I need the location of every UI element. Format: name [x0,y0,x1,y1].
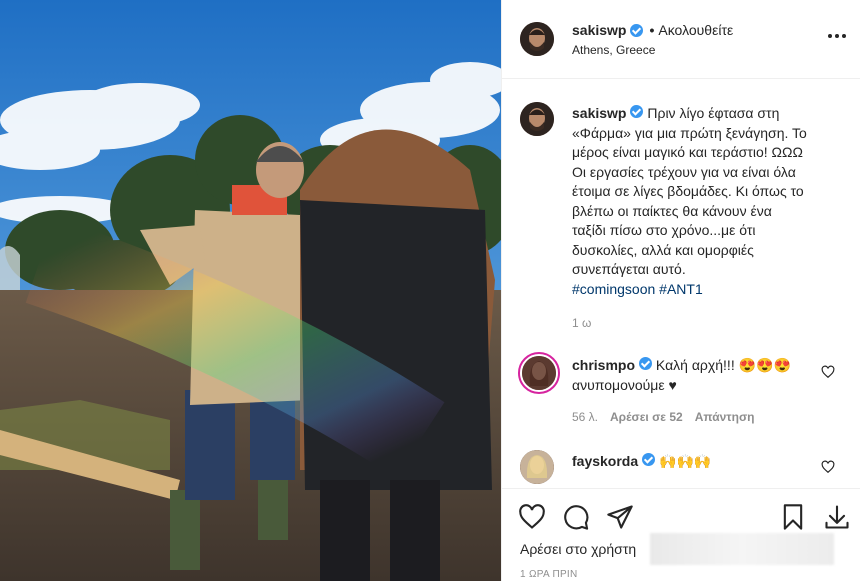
comment-avatar-fayskorda[interactable] [520,450,554,484]
caption-username[interactable]: sakiswp [572,105,626,121]
comment-username[interactable]: chrismpo [572,357,635,373]
caption-line: δυσκολίες, αλλά και ομορφιές [572,241,754,258]
download-icon[interactable] [823,503,851,531]
paper-plane-icon[interactable] [606,503,634,531]
separator-dot: • [649,22,655,38]
caption-line: έτοιμα σε λίγες βδομάδες. Κι όπως το [572,183,804,199]
comment-line: 🙌🙌🙌 [659,453,712,469]
caption-line: συνεπάγεται αυτό. [572,261,686,277]
verified-badge-icon [630,105,644,118]
verified-badge-icon [642,453,656,466]
caption-emoji: ΩΩΩ [771,144,803,160]
comment-meta: 56 λ. Αρέσει σε 52 Απάντηση [572,410,754,424]
caption-hashtags[interactable]: #comingsoon #ANT1 [572,281,703,297]
comment-username[interactable]: fayskorda [572,453,638,469]
heart-icon[interactable] [518,503,546,531]
comment-text: fayskorda 🙌🙌🙌 [572,452,711,472]
caption-line: «Φάρμα» για μια πρώτη ξενάγηση. Το [572,124,807,141]
post-location[interactable]: Athens, Greece [572,43,655,57]
post-header: sakiswp • Ακολουθείτε Athens, Greece [502,0,860,79]
comment-reply-button[interactable]: Απάντηση [695,410,755,424]
bookmark-icon[interactable] [779,503,807,531]
instagram-post-modal: sakiswp • Ακολουθείτε Athens, Greece sak… [0,0,860,581]
caption-line: Πριν λίγο έφτασα στη [647,105,780,121]
comment-bubble-icon[interactable] [562,503,590,531]
author-avatar[interactable] [520,22,554,56]
post-side-panel: sakiswp • Ακολουθείτε Athens, Greece sak… [501,0,860,581]
caption-line: Οι εργασίες τρέχουν για να είναι όλα [572,163,796,180]
comment-age[interactable]: 56 λ. [572,410,598,424]
caption-timestamp[interactable]: 1 ω [572,316,591,330]
verified-badge-icon [639,357,653,370]
photo-illustration [0,0,501,581]
post-actions-bar: Αρέσει στο χρήστη 1 ΩΡΑ ΠΡΙΝ [502,488,860,581]
liked-by-text[interactable]: Αρέσει στο χρήστη [520,541,636,557]
caption-line: μέρος είναι μαγικό και τεράστιο! [572,144,772,160]
more-options-icon[interactable] [827,30,847,46]
post-photo[interactable] [0,0,501,581]
comment-like-heart-icon[interactable] [821,365,835,379]
verified-badge-icon [630,23,644,37]
comment-like-heart-icon[interactable] [821,460,835,474]
comment-text: chrismpo Καλή αρχή!!! 😍😍😍 ανυπομονούμε ♥ [572,356,812,395]
author-line: sakiswp • Ακολουθείτε [572,22,733,38]
comment-avatar-chrismpo[interactable] [518,352,560,394]
caption-avatar[interactable] [520,102,554,136]
following-button[interactable]: Ακολουθείτε [658,22,733,38]
post-timestamp[interactable]: 1 ΩΡΑ ΠΡΙΝ [520,569,578,580]
post-caption: sakiswp Πριν λίγο έφτασα στη «Φάρμα» για… [572,104,842,299]
caption-line: βλέπω οι παίκτες θα κάνουν ένα [572,202,772,219]
comments-list[interactable]: sakiswp Πριν λίγο έφτασα στη «Φάρμα» για… [502,80,860,488]
comment-line: ανυπομονούμε ♥ [572,376,677,393]
comment-line: Καλή αρχή!!! 😍😍😍 [655,357,791,373]
comment-likes[interactable]: Αρέσει σε 52 [610,410,683,424]
author-username[interactable]: sakiswp [572,22,626,38]
caption-line: ταξίδι πίσω στο χρόνο...με ότι [572,222,756,238]
blurred-username [650,533,834,565]
